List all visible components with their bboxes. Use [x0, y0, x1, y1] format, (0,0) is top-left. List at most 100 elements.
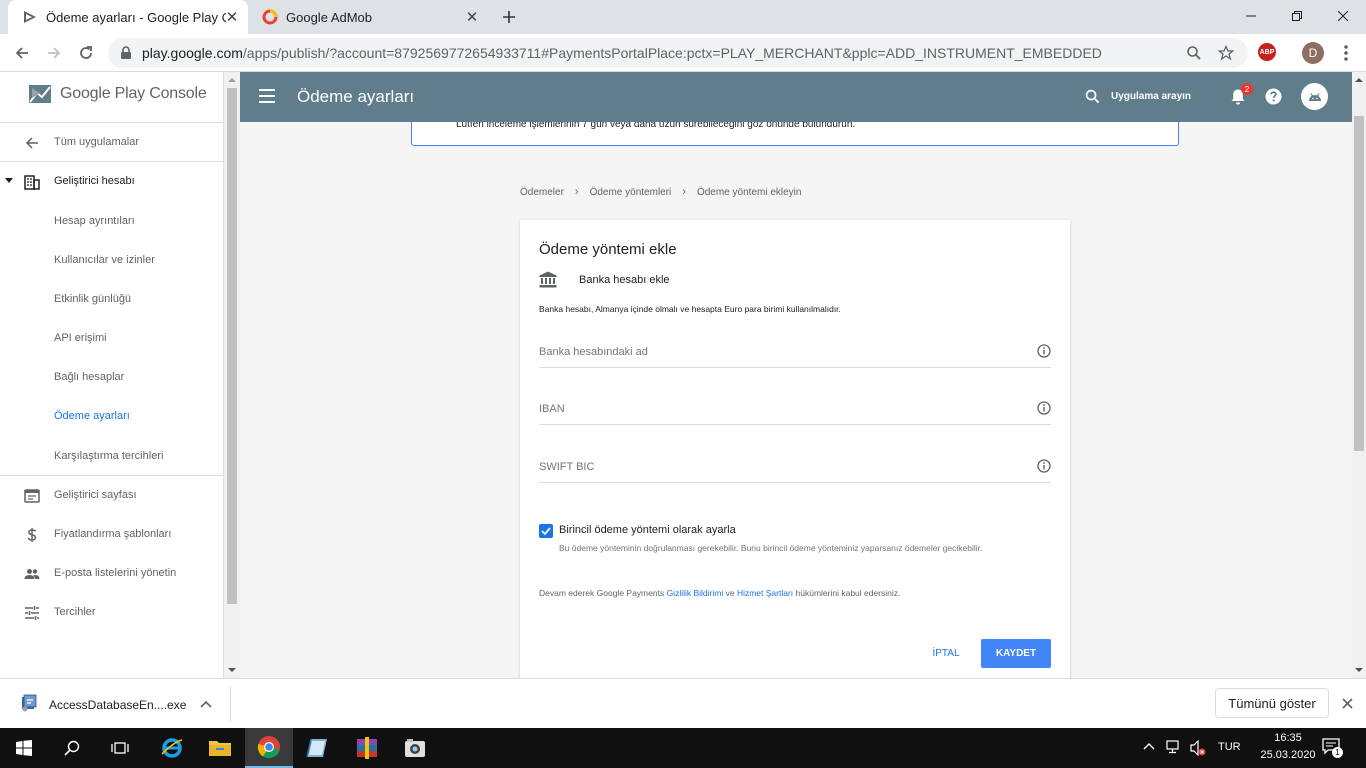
action-center-button[interactable]: 1	[1322, 738, 1344, 758]
close-icon[interactable]	[1342, 698, 1353, 709]
sidebar-item-comparison-preferences[interactable]: Karşılaştırma tercihleri	[0, 437, 224, 475]
camera-app-taskbar-button[interactable]	[391, 728, 439, 768]
close-window-button[interactable]	[1320, 0, 1366, 32]
sidebar-item-users-permissions[interactable]: Kullanıcılar ve izinler	[0, 241, 224, 279]
star-icon[interactable]	[1218, 45, 1234, 61]
scroll-up-icon[interactable]	[227, 76, 237, 84]
cancel-button[interactable]: İPTAL	[922, 639, 970, 667]
sidebar-item-linked-accounts[interactable]: Bağlı hesaplar	[0, 358, 224, 396]
android-icon	[1308, 92, 1321, 101]
sidebar-scrollbar-thumb[interactable]	[227, 88, 237, 604]
primary-method-checkbox[interactable]	[539, 524, 553, 538]
sidebar-item-payment-settings[interactable]: Ödeme ayarları	[0, 397, 224, 435]
internet-explorer-taskbar-button[interactable]	[148, 728, 196, 768]
search-label[interactable]: Uygulama arayın	[1111, 91, 1191, 102]
swift-bic-field[interactable]: SWIFT BIC	[539, 453, 1051, 483]
breadcrumb-add-payment-method: Ödeme yöntemi ekleyin	[696, 186, 802, 198]
back-button[interactable]	[8, 39, 36, 67]
save-button[interactable]: KAYDET	[981, 639, 1051, 668]
sidebar-item-developer-page[interactable]: Geliştirici sayfası	[0, 476, 224, 514]
primary-method-label[interactable]: Birincil ödeme yöntemi olarak ayarla	[559, 524, 736, 536]
task-view-button[interactable]	[96, 728, 144, 768]
play-console-logo[interactable]: Google Play Console	[28, 82, 207, 106]
search-icon	[64, 740, 80, 756]
sidebar-item-label: Bağlı hesaplar	[54, 371, 125, 383]
account-holder-name-field[interactable]: Banka hesabındaki ad	[539, 338, 1051, 368]
start-button[interactable]	[0, 728, 48, 768]
clock-date[interactable]: 25.03.2020	[1250, 749, 1326, 761]
chevron-up-icon[interactable]	[1143, 742, 1155, 750]
scroll-up-icon[interactable]	[1354, 76, 1364, 84]
maximize-button[interactable]	[1274, 0, 1320, 32]
winrar-icon	[357, 737, 377, 759]
profile-avatar[interactable]: D	[1302, 42, 1324, 64]
scroll-down-icon[interactable]	[1354, 666, 1364, 674]
scroll-down-icon[interactable]	[227, 666, 237, 674]
iban-field[interactable]: IBAN	[539, 395, 1051, 425]
volume-muted-icon[interactable]	[1190, 740, 1208, 756]
sidebar-item-email-lists[interactable]: E-posta listelerini yönetin	[0, 554, 224, 592]
minimize-button[interactable]	[1228, 0, 1274, 32]
sidebar-item-activity-log[interactable]: Etkinlik günlüğü	[0, 280, 224, 318]
browser-tab-play-console[interactable]: Ödeme ayarları - Google Play Co ✕	[8, 0, 248, 34]
reload-icon	[80, 46, 92, 59]
show-all-downloads-button[interactable]: Tümünü göster	[1215, 688, 1329, 718]
privacy-notice-link[interactable]: Gizlilik Bildirimi	[667, 588, 724, 598]
main-scrollbar-thumb[interactable]	[1354, 116, 1364, 451]
terms-of-service-link[interactable]: Hizmet Şartları	[737, 588, 793, 598]
sidebar-item-api-access[interactable]: API erişimi	[0, 319, 224, 357]
close-tab-icon[interactable]: ✕	[224, 9, 240, 26]
adblock-extension-icon[interactable]: ABP	[1258, 43, 1276, 61]
terms-suffix: hükümlerini kabul edersiniz.	[793, 588, 901, 598]
caret-down-icon	[5, 178, 13, 183]
sidebar-item-label: API erişimi	[54, 332, 107, 344]
logo-google-play: Google Play	[60, 85, 145, 102]
breadcrumb-payments[interactable]: Ödemeler	[520, 187, 564, 198]
zoom-icon[interactable]	[1186, 45, 1202, 61]
minimize-icon	[1246, 15, 1256, 17]
sidebar-item-preferences[interactable]: Tercihler	[0, 593, 224, 631]
address-bar[interactable]: play.google.com/apps/publish/?account=87…	[108, 38, 1248, 68]
info-icon[interactable]	[1037, 401, 1051, 415]
file-explorer-taskbar-button[interactable]	[196, 728, 244, 768]
new-tab-button[interactable]	[496, 5, 522, 29]
app-taskbar-button[interactable]	[293, 728, 341, 768]
download-file-name[interactable]: AccessDatabaseEn....exe	[49, 698, 186, 712]
sidebar-item-label: Tüm uygulamalar	[54, 136, 139, 148]
sidebar-item-developer-account[interactable]: Geliştirici hesabı	[0, 162, 224, 200]
reload-button[interactable]	[72, 39, 100, 67]
input-language[interactable]: TUR	[1218, 741, 1241, 753]
sidebar-item-label: Fiyatlandırma şablonları	[54, 528, 172, 540]
chrome-taskbar-button[interactable]	[245, 728, 293, 768]
account-avatar[interactable]	[1301, 83, 1328, 110]
sidebar-item-account-details[interactable]: Hesap ayrıntıları	[0, 202, 224, 240]
sidebar-item-all-apps[interactable]: Tüm uygulamalar	[0, 123, 224, 161]
menu-icon[interactable]	[259, 89, 275, 103]
browser-tab-admob[interactable]: Google AdMob ✕	[248, 0, 488, 34]
search-button[interactable]	[48, 728, 96, 768]
clock-time[interactable]: 16:35	[1266, 732, 1310, 744]
people-icon	[24, 569, 40, 579]
network-icon[interactable]	[1166, 740, 1182, 754]
sliders-icon	[25, 606, 39, 620]
building-icon	[24, 175, 40, 190]
download-bar: AccessDatabaseEn....exe Tümünü göster	[0, 678, 1366, 728]
close-tab-icon[interactable]: ✕	[464, 9, 480, 26]
tab-title: Ödeme ayarları - Google Play Co	[46, 9, 226, 25]
bank-account-label: Banka hesabı ekle	[579, 273, 670, 286]
sidebar-item-pricing-templates[interactable]: Fiyatlandırma şablonları	[0, 515, 224, 553]
bank-account-note: Banka hesabı, Almanya içinde olmalı ve h…	[539, 304, 841, 314]
info-icon[interactable]	[1037, 344, 1051, 358]
arrow-right-icon	[48, 47, 61, 59]
breadcrumb-payment-methods[interactable]: Ödeme yöntemleri	[590, 187, 672, 198]
help-icon[interactable]	[1265, 88, 1282, 105]
page-title: Ödeme ayarları	[297, 87, 415, 106]
browser-menu-button[interactable]	[1336, 44, 1356, 62]
winrar-taskbar-button[interactable]	[343, 728, 391, 768]
web-page-icon	[24, 489, 40, 503]
chevron-up-icon[interactable]	[200, 700, 212, 708]
info-icon[interactable]	[1037, 459, 1051, 473]
sidebar: Google Play Console Tüm uygulamalar Geli…	[0, 72, 224, 678]
browser-tab-strip: Ödeme ayarları - Google Play Co ✕ Google…	[0, 0, 1366, 34]
forward-button[interactable]	[40, 39, 68, 67]
